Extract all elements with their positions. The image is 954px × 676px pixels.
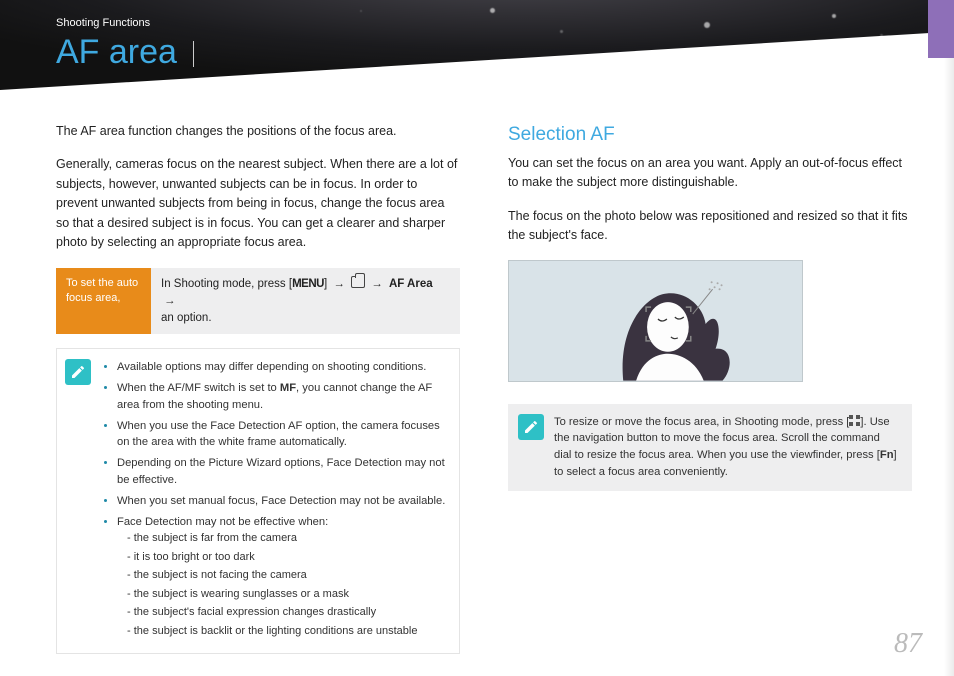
page-title: AF area xyxy=(56,33,912,72)
note-subitem: the subject is backlit or the lighting c… xyxy=(127,623,447,640)
instr-text-3: an option. xyxy=(161,312,212,324)
note-item: Available options may differ depending o… xyxy=(117,361,426,373)
instruction-steps: In Shooting mode, press [MENU] → → AF Ar… xyxy=(151,268,460,334)
right-column: Selection AF You can set the focus on an… xyxy=(508,122,912,654)
arrow-icon: → xyxy=(371,278,383,290)
af-area-label: AF Area xyxy=(389,278,433,290)
note-item: When the AF/MF switch is set to MF, you … xyxy=(117,382,432,411)
note-subitem: the subject is wearing sunglasses or a m… xyxy=(127,586,447,603)
arrow-icon: → xyxy=(333,278,345,290)
note-subitem: the subject is not facing the camera xyxy=(127,567,447,584)
body-text: Generally, cameras focus on the nearest … xyxy=(56,155,460,252)
note-item: When you set manual focus, Face Detectio… xyxy=(117,495,445,507)
note-subitem: the subject is far from the camera xyxy=(127,530,447,547)
instr-text-2: ] xyxy=(324,278,330,290)
instruction-label: To set the auto focus area, xyxy=(56,268,151,334)
tip-part-1: To resize or move the focus area, in Sho… xyxy=(554,416,849,428)
note-box: Available options may differ depending o… xyxy=(56,348,460,654)
menu-button-label: MENU xyxy=(292,278,324,290)
right-para-1: You can set the focus on an area you wan… xyxy=(508,154,912,193)
grid-icon xyxy=(849,415,860,426)
note-item: Depending on the Picture Wizard options,… xyxy=(117,457,445,486)
example-illustration xyxy=(508,260,803,382)
note-item: Face Detection may not be effective when… xyxy=(117,516,328,528)
instr-text-1: In Shooting mode, press [ xyxy=(161,278,292,290)
right-para-2: The focus on the photo below was reposit… xyxy=(508,207,912,246)
camera-icon xyxy=(351,276,365,288)
left-column: The AF area function changes the positio… xyxy=(56,122,460,654)
note-list: Available options may differ depending o… xyxy=(101,359,447,643)
note-subitem: the subject's facial expression changes … xyxy=(127,604,447,621)
pencil-icon xyxy=(518,414,544,440)
section-heading: Selection AF xyxy=(508,124,912,146)
intro-text: The AF area function changes the positio… xyxy=(56,122,460,141)
fn-key-label: Fn xyxy=(880,449,894,461)
instruction-row: To set the auto focus area, In Shooting … xyxy=(56,268,460,334)
tip-box: To resize or move the focus area, in Sho… xyxy=(508,404,912,491)
note-subitem: it is too bright or too dark xyxy=(127,549,447,566)
pencil-icon xyxy=(65,359,91,385)
tip-text: To resize or move the focus area, in Sho… xyxy=(554,414,900,481)
breadcrumb: Shooting Functions xyxy=(56,18,912,29)
note-item: When you use the Face Detection AF optio… xyxy=(117,420,440,449)
arrow-icon: → xyxy=(164,295,176,307)
